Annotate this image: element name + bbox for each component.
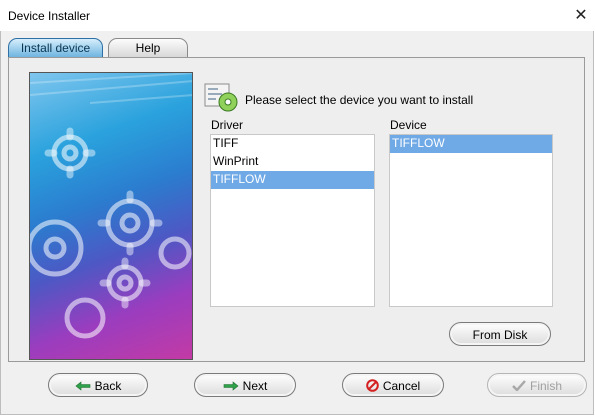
next-arrow-icon (223, 381, 239, 391)
back-label: Back (94, 378, 122, 393)
from-disk-button[interactable]: From Disk (449, 322, 551, 346)
device-item-tifflow[interactable]: TIFFLOW (390, 135, 552, 153)
gears-banner-image (29, 72, 193, 360)
back-button[interactable]: Back (48, 373, 148, 397)
finish-button[interactable]: Finish (487, 373, 587, 397)
device-label: Device (390, 118, 427, 132)
device-listbox[interactable]: TIFFLOW (389, 134, 553, 307)
cancel-label: Cancel (382, 378, 421, 393)
from-disk-label: From Disk (472, 327, 528, 342)
driver-label: Driver (211, 118, 243, 132)
next-button[interactable]: Next (194, 373, 296, 397)
back-arrow-icon (75, 381, 90, 391)
driver-item-tifflow[interactable]: TIFFLOW (211, 171, 374, 189)
cancel-icon (366, 379, 379, 393)
finish-label: Finish (529, 378, 562, 393)
tab-install-device[interactable]: Install device (8, 38, 103, 58)
driver-listbox[interactable]: TIFF WinPrint TIFFLOW (210, 134, 375, 307)
install-disc-icon (204, 83, 238, 112)
title-bar: Device Installer ✕ (0, 0, 595, 31)
driver-item-winprint[interactable]: WinPrint (211, 153, 374, 171)
close-icon[interactable]: ✕ (571, 6, 591, 26)
gears-icon (30, 73, 192, 339)
next-label: Next (242, 378, 268, 393)
driver-item-tiff[interactable]: TIFF (211, 135, 374, 153)
cancel-button[interactable]: Cancel (342, 373, 444, 397)
window-title: Device Installer (8, 9, 91, 23)
checkmark-icon (512, 380, 526, 392)
instruction-text: Please select the device you want to ins… (245, 93, 474, 107)
tab-help[interactable]: Help (108, 38, 188, 58)
